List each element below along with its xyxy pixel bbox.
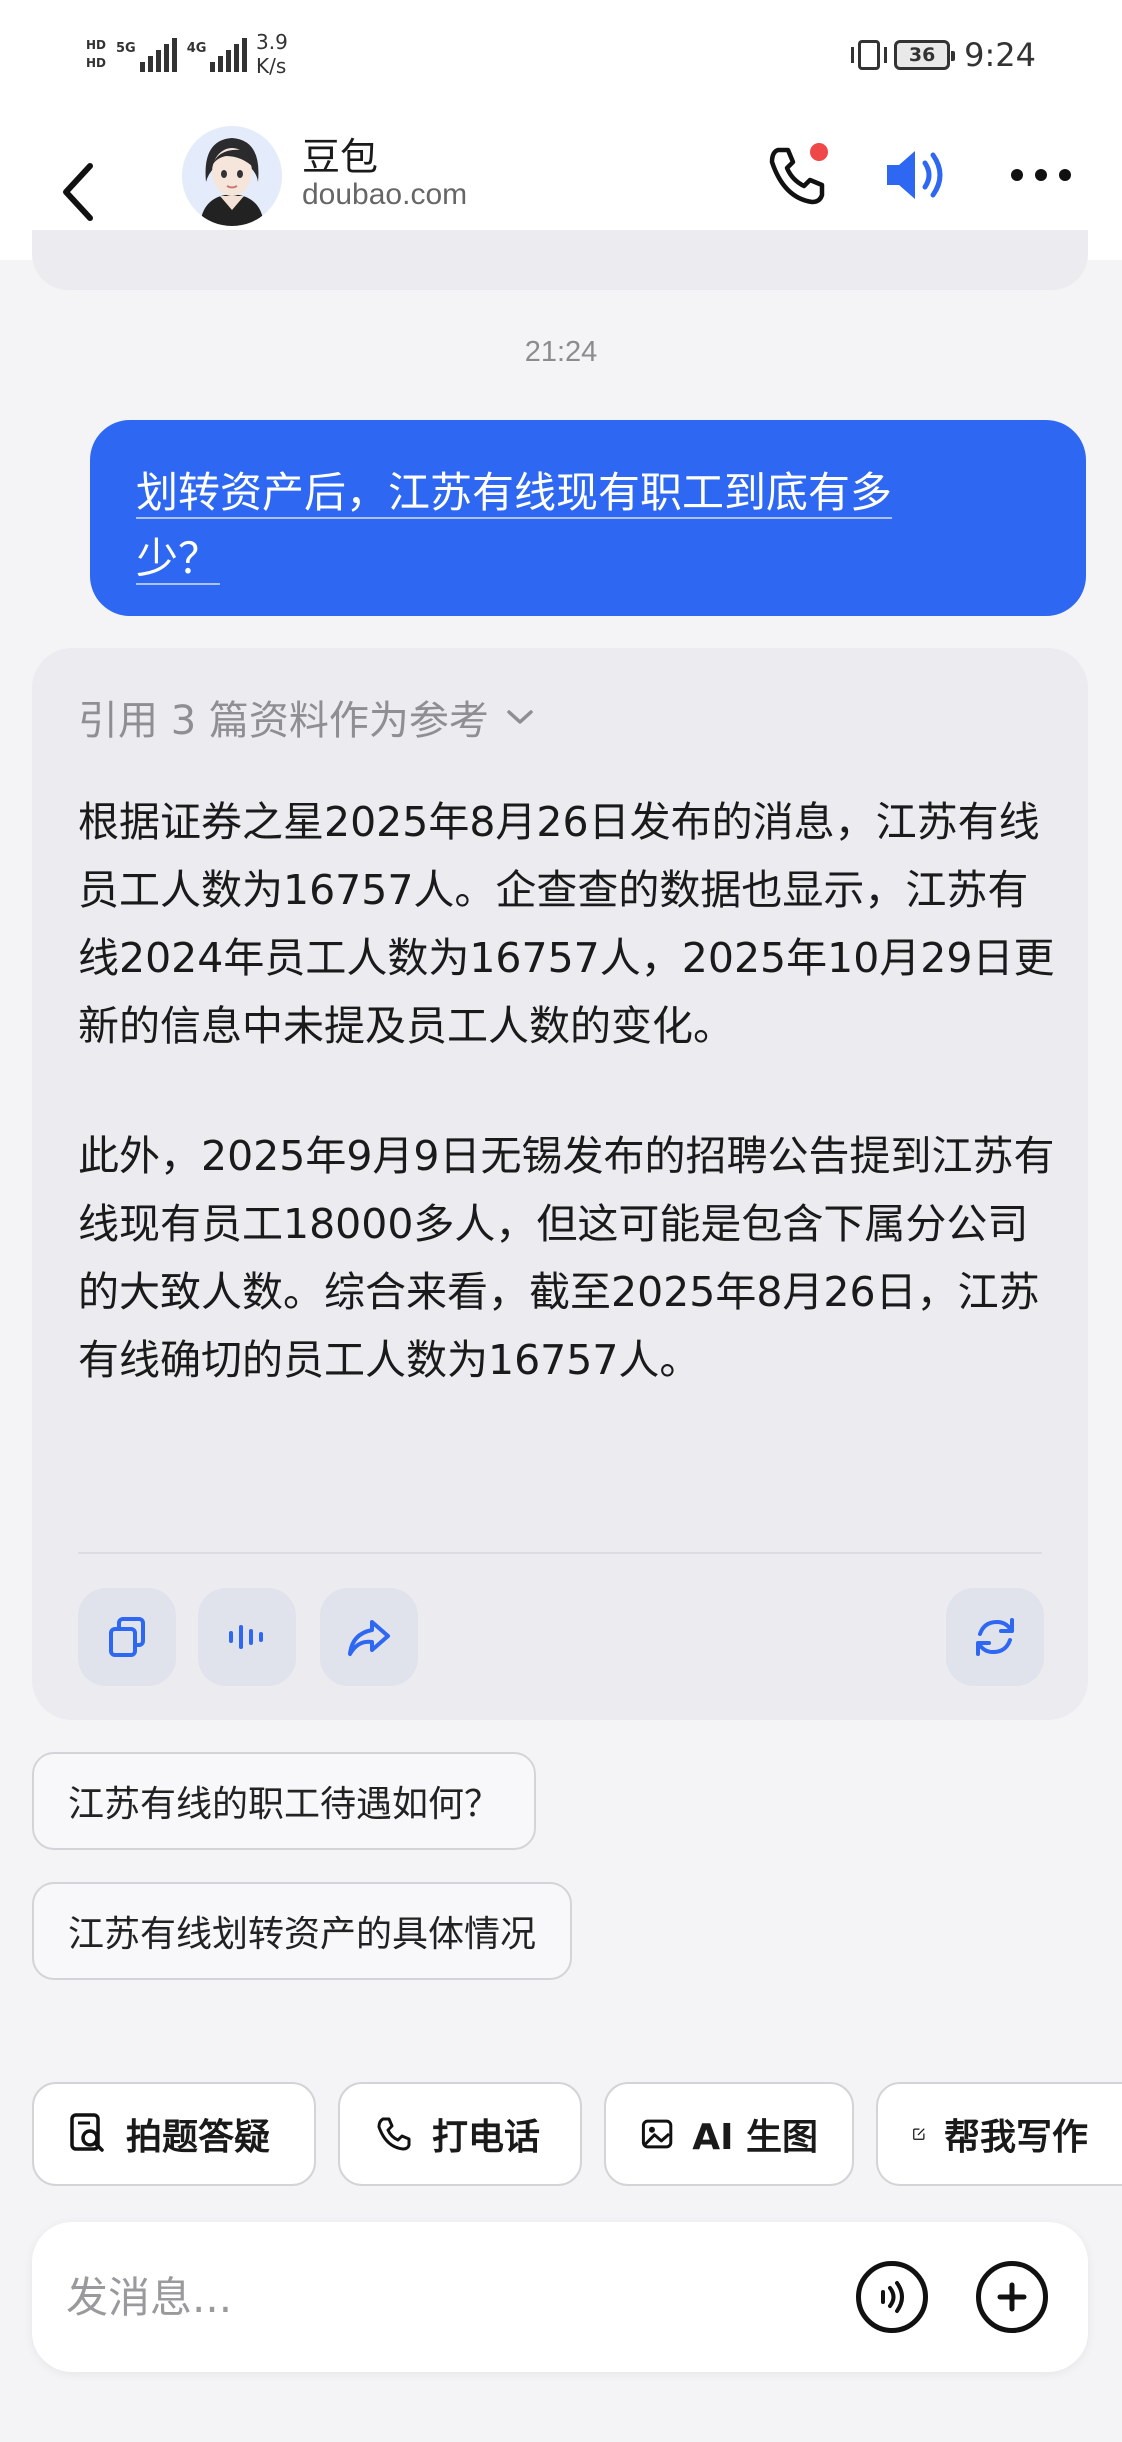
add-attachment-button[interactable] [976, 2261, 1048, 2333]
refresh-icon [976, 1618, 1014, 1656]
edit-icon [913, 2128, 925, 2140]
quick-action-call[interactable]: 打电话 [338, 2082, 582, 2186]
divider [78, 1552, 1042, 1554]
hd-indicator: HD HD [86, 38, 107, 70]
bot-name: 豆包 [302, 135, 379, 179]
status-right: 36 9:24 [851, 36, 1036, 74]
share-button[interactable] [320, 1588, 418, 1686]
quick-action-writing[interactable]: 帮我写作 [876, 2082, 1122, 2186]
user-message-line: 少？ [136, 534, 221, 585]
chat-screen: HD HD 5G 4G 3.9 K/s 36 9:24 豆包 doubao.co… [0, 0, 1122, 2442]
regenerate-button[interactable] [946, 1588, 1044, 1686]
plus-icon [997, 2282, 1027, 2312]
read-aloud-button[interactable] [198, 1588, 296, 1686]
message-composer [32, 2222, 1088, 2372]
speaker-icon [887, 151, 943, 199]
back-arrow-icon [63, 163, 93, 221]
answer-paragraph: 此外，2025年9月9日无锡发布的招聘公告提到江苏有线现有员工18000多人，但… [78, 1132, 1055, 1384]
more-button[interactable] [996, 130, 1086, 220]
signal-bars-icon [210, 36, 248, 72]
voice-wave-icon [881, 2281, 904, 2313]
bot-domain: doubao.com [302, 178, 468, 211]
call-button[interactable] [752, 130, 842, 220]
suggestion-chip[interactable]: 江苏有线的职工待遇如何？ [32, 1752, 537, 1850]
answer-paragraph: 根据证券之星2025年8月26日发布的消息，江苏有线员工人数为16757人。企查… [78, 798, 1055, 1050]
clock: 9:24 [964, 36, 1036, 74]
search-doc-icon [70, 2113, 104, 2152]
previous-message-bubble [32, 230, 1088, 290]
more-icon [1011, 169, 1071, 181]
suggestion-chip[interactable]: 江苏有线划转资产的具体情况 [32, 1882, 573, 1980]
quick-action-ai-image[interactable]: AI 生图 [604, 2082, 854, 2186]
message-timestamp: 21:24 [524, 336, 598, 368]
voice-input-button[interactable] [856, 2261, 928, 2333]
status-bar: HD HD 5G 4G 3.9 K/s 36 9:24 [0, 0, 1122, 120]
network-4g-label: 4G [186, 41, 207, 56]
references-label: 引用 3 篇资料作为参考 [78, 698, 489, 744]
soundwave-icon [229, 1625, 263, 1649]
quick-action-photo-question[interactable]: 拍题答疑 [32, 2082, 316, 2186]
avatar-image [182, 126, 282, 226]
signal-bars-icon [139, 36, 177, 72]
speaker-button[interactable] [872, 130, 962, 220]
vibrate-icon [851, 40, 888, 70]
user-message-line: 划转资产后，江苏有线现有职工到底有多 [136, 468, 893, 519]
copy-button[interactable] [78, 1588, 176, 1686]
back-button[interactable] [48, 144, 108, 240]
assistant-answer: 根据证券之星2025年8月26日发布的消息，江苏有线员工人数为16757人。企查… [78, 788, 1068, 1394]
user-message-bubble[interactable]: 划转资产后，江苏有线现有职工到底有多 少？ [90, 420, 1086, 616]
assistant-message-card: 引用 3 篇资料作为参考 根据证券之星2025年8月26日发布的消息，江苏有线员… [32, 648, 1088, 1720]
signal-indicators: HD HD 5G 4G [86, 36, 248, 72]
network-5g-label: 5G [116, 41, 136, 56]
share-icon [348, 1620, 390, 1656]
call-badge [810, 143, 828, 161]
network-speed: 3.9 K/s [256, 30, 288, 78]
phone-icon [769, 143, 828, 205]
avatar[interactable] [182, 126, 282, 226]
copy-icon [109, 1617, 145, 1657]
image-icon [641, 2119, 673, 2149]
message-input[interactable] [66, 2262, 826, 2332]
references-toggle[interactable]: 引用 3 篇资料作为参考 [78, 688, 535, 746]
battery-icon: 36 [894, 40, 956, 70]
phone-icon [377, 2117, 411, 2151]
chevron-down-icon [507, 710, 533, 724]
